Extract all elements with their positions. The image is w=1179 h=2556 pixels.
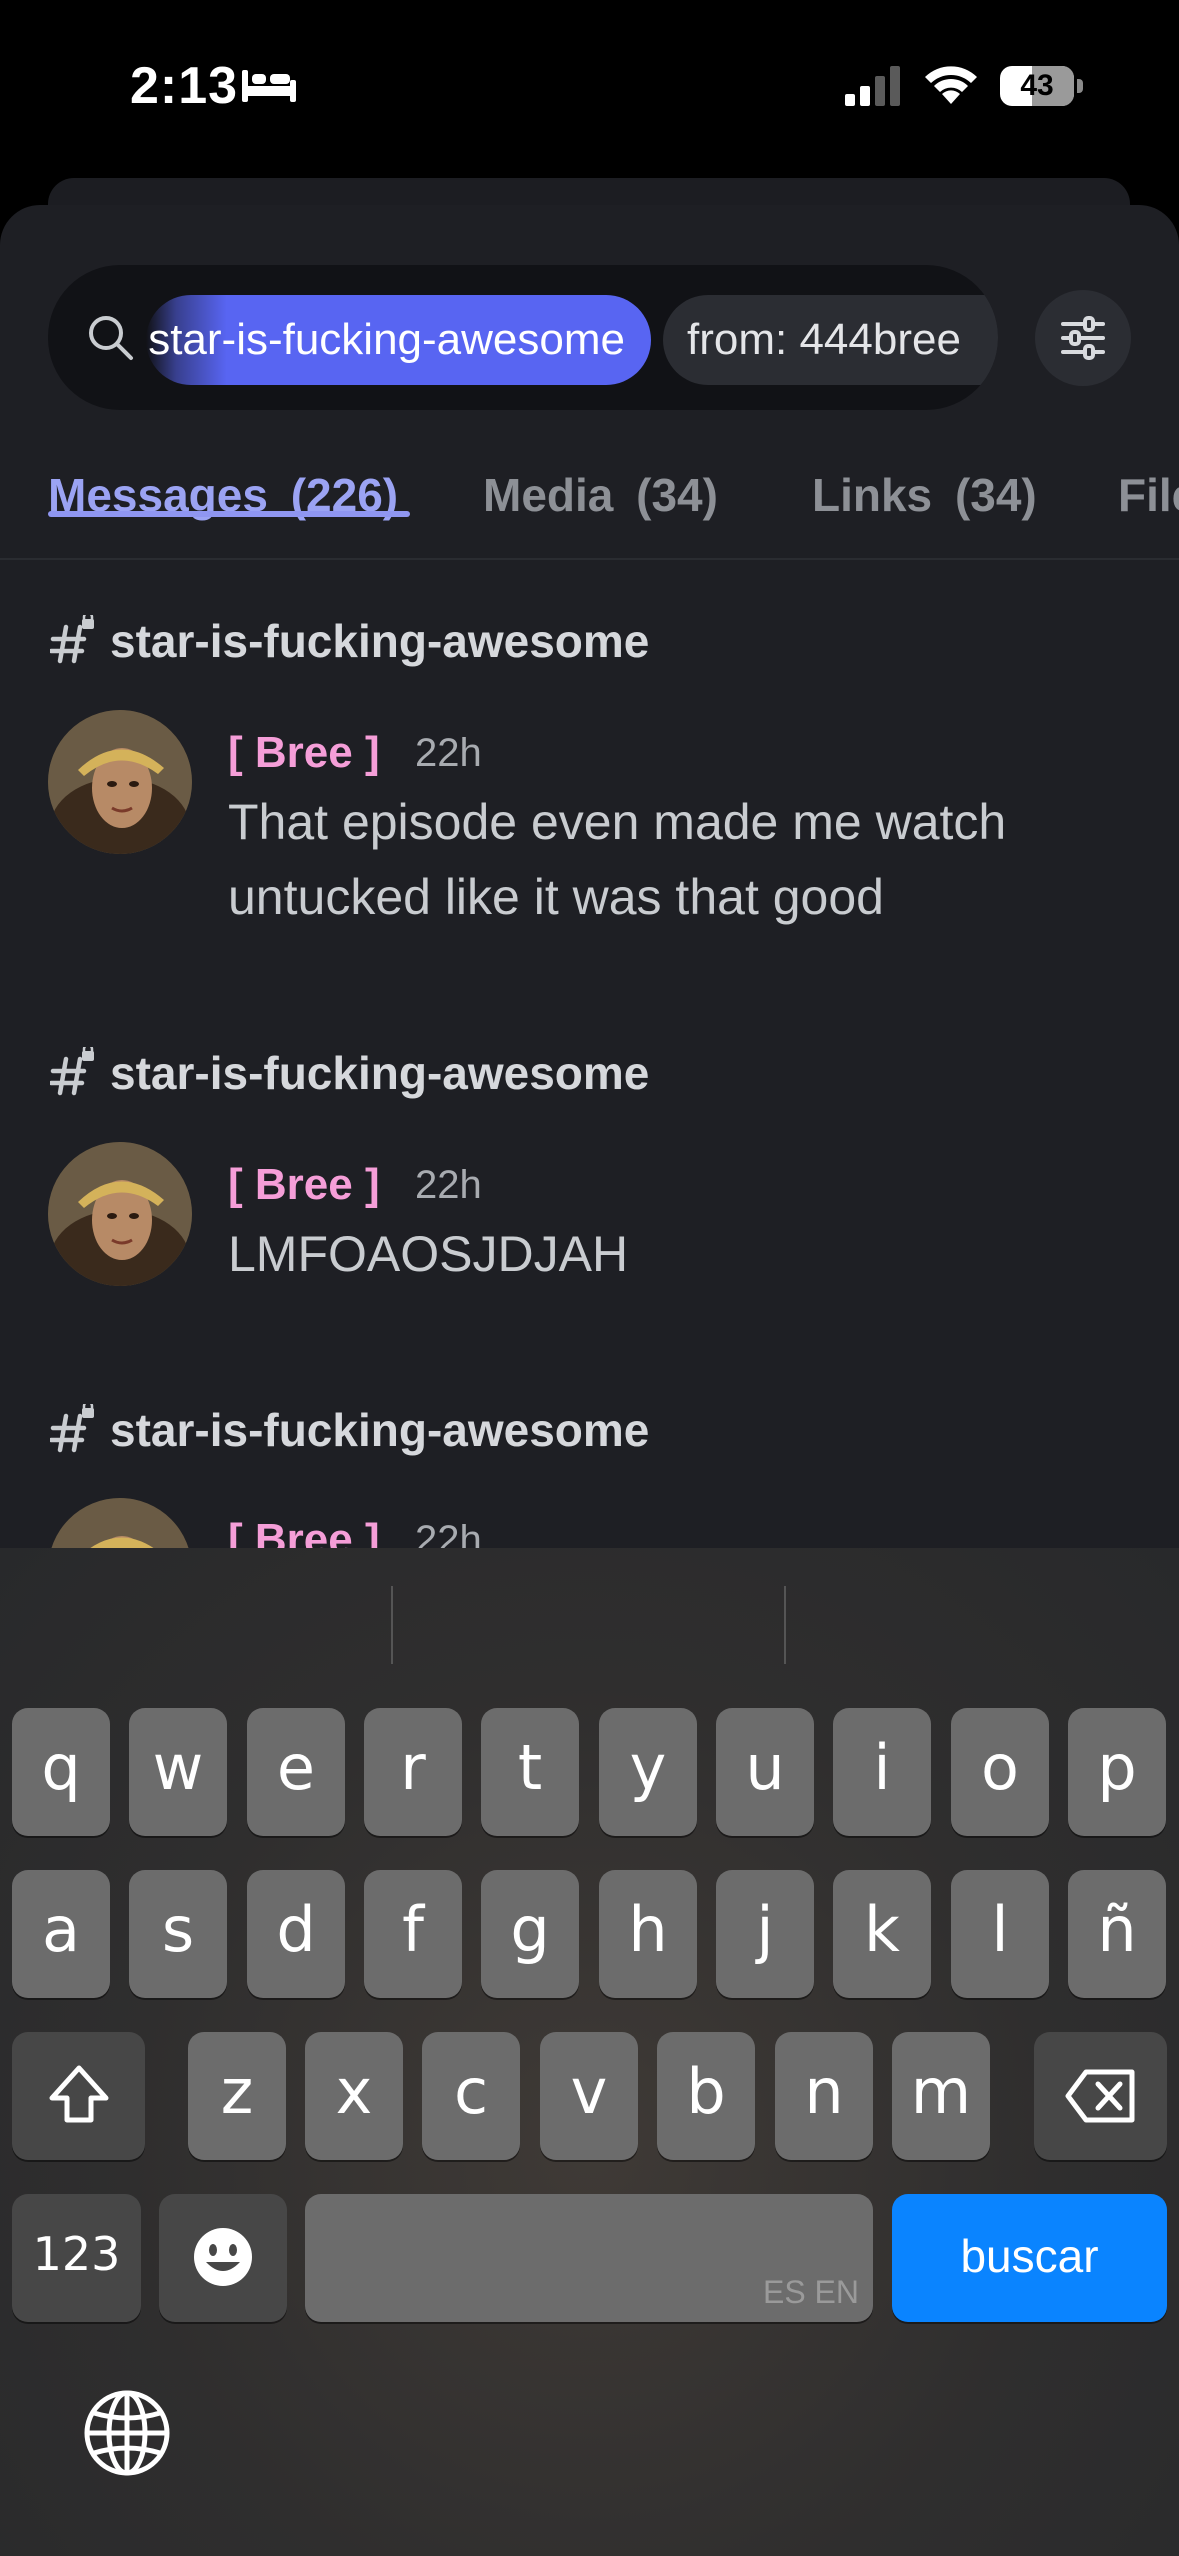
search-filter-chip-from[interactable]: from: 444bree xyxy=(663,295,998,385)
channel-chip-label: star-is-fucking-awesome xyxy=(148,315,625,364)
shift-icon xyxy=(49,2065,108,2123)
shift-key[interactable] xyxy=(12,2032,145,2160)
key-y[interactable]: y xyxy=(599,1708,697,1836)
key-g[interactable]: g xyxy=(481,1870,579,1998)
key-j[interactable]: j xyxy=(716,1870,814,1998)
globe-icon[interactable] xyxy=(82,2388,172,2478)
key-n[interactable]: n xyxy=(775,2032,873,2160)
search-bar[interactable]: star-is-fucking-awesome from: 444bree xyxy=(48,265,998,410)
key-q[interactable]: q xyxy=(12,1708,110,1836)
tab-links-label: Links xyxy=(812,469,933,521)
avatar-image xyxy=(48,1142,192,1286)
key-v[interactable]: v xyxy=(540,2032,638,2160)
key-w[interactable]: w xyxy=(129,1708,227,1836)
key-i[interactable]: i xyxy=(833,1708,931,1836)
locked-channel-icon xyxy=(50,615,94,664)
search-filters-button[interactable] xyxy=(1035,290,1131,386)
emoji-key[interactable] xyxy=(159,2194,287,2322)
tab-media-label: Media xyxy=(483,469,614,521)
key-k[interactable]: k xyxy=(833,1870,931,1998)
key-c[interactable]: c xyxy=(422,2032,520,2160)
message-author[interactable]: [ Bree ] xyxy=(228,1155,380,1215)
key-z[interactable]: z xyxy=(188,2032,286,2160)
avatar-image xyxy=(48,710,192,854)
cellular-signal-icon xyxy=(845,66,900,106)
result-channel-name: star-is-fucking-awesome xyxy=(110,1404,650,1456)
locked-channel-icon xyxy=(50,1047,94,1096)
search-filter-chip-channel[interactable]: star-is-fucking-awesome xyxy=(146,295,651,385)
message-text: That episode even made me watch untucked… xyxy=(228,794,1007,925)
message-author[interactable]: [ Bree ] xyxy=(228,723,380,783)
key-e[interactable]: e xyxy=(247,1708,345,1836)
numbers-key[interactable]: 123 xyxy=(12,2194,141,2322)
space-language-hint: ES EN xyxy=(762,2274,859,2310)
key-h[interactable]: h xyxy=(599,1870,697,1998)
tab-links[interactable]: Links (34) xyxy=(812,445,1037,560)
key-s[interactable]: s xyxy=(129,1870,227,1998)
key-u[interactable]: u xyxy=(716,1708,814,1836)
tab-files[interactable]: Files xyxy=(1118,445,1179,560)
key-f[interactable]: f xyxy=(364,1870,462,1998)
key-n-tilde[interactable]: ñ xyxy=(1068,1870,1166,1998)
key-d[interactable]: d xyxy=(247,1870,345,1998)
sliders-icon xyxy=(1061,316,1105,360)
key-b[interactable]: b xyxy=(657,2032,755,2160)
battery-level: 43 xyxy=(1020,69,1054,102)
backspace-key[interactable] xyxy=(1034,2032,1167,2160)
key-p[interactable]: p xyxy=(1068,1708,1166,1836)
locked-channel-icon xyxy=(50,1404,94,1453)
emoji-icon xyxy=(194,2228,252,2286)
active-tab-indicator xyxy=(48,511,410,517)
suggestion-divider xyxy=(784,1586,786,1664)
battery-indicator: 43 xyxy=(1000,66,1084,106)
search-key[interactable]: buscar xyxy=(892,2194,1167,2322)
tab-media[interactable]: Media (34) xyxy=(483,445,718,560)
tab-files-label: Files xyxy=(1118,469,1179,521)
tab-media-count: (34) xyxy=(636,469,718,521)
keyboard: q w e r t y u i o p a s d f g h j k l ñ … xyxy=(0,1548,1179,2556)
key-r[interactable]: r xyxy=(364,1708,462,1836)
key-t[interactable]: t xyxy=(481,1708,579,1836)
suggestion-divider xyxy=(391,1586,393,1664)
sleep-focus-icon xyxy=(242,70,296,102)
key-m[interactable]: m xyxy=(892,2032,990,2160)
avatar[interactable] xyxy=(48,710,192,854)
key-x[interactable]: x xyxy=(305,2032,403,2160)
message-text: LMFOAOSJDJAH xyxy=(228,1226,629,1282)
status-time: 2:13 xyxy=(130,57,239,115)
tab-links-count: (34) xyxy=(954,469,1037,521)
search-icon xyxy=(89,316,133,360)
result-channel-name: star-is-fucking-awesome xyxy=(110,1047,650,1099)
wifi-icon xyxy=(925,66,977,104)
result-tabs: Messages (226) Media (34) Links (34) Fil… xyxy=(0,445,1179,560)
result-channel-name: star-is-fucking-awesome xyxy=(110,615,650,667)
status-bar: 2:13 43 xyxy=(0,0,1179,175)
space-key[interactable]: ES EN xyxy=(305,2194,873,2322)
message-timestamp: 22h xyxy=(415,1163,482,1207)
tab-messages[interactable]: Messages (226) xyxy=(48,445,398,560)
key-o[interactable]: o xyxy=(951,1708,1049,1836)
key-l[interactable]: l xyxy=(951,1870,1049,1998)
message-timestamp: 22h xyxy=(415,731,482,775)
key-a[interactable]: a xyxy=(12,1870,110,1998)
backspace-icon xyxy=(1065,2069,1134,2123)
avatar[interactable] xyxy=(48,1142,192,1286)
